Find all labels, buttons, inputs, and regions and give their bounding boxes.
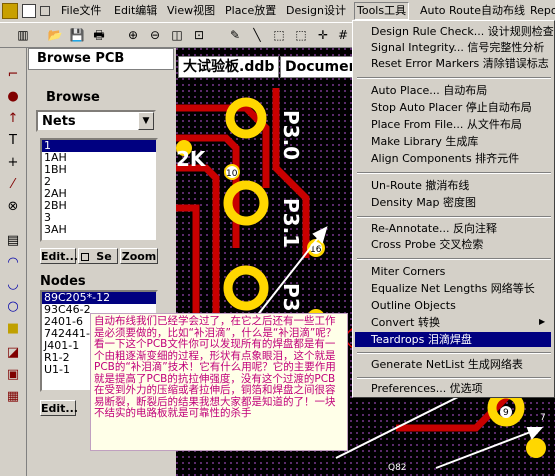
menu-separator	[357, 77, 551, 79]
menu-item-outline-objects[interactable]: Outline Objects	[371, 298, 456, 313]
menu-item-cross-probe[interactable]: Cross Probe 交叉检索	[371, 237, 483, 252]
keepout-icon[interactable]: ◪	[4, 344, 22, 362]
menu-auto-route[interactable]: Auto Route自动布线	[418, 3, 527, 19]
menu-item-stop-auto-placer[interactable]: Stop Auto Placer 停止自动布局	[371, 100, 532, 115]
pad-number: 7	[540, 413, 546, 423]
menu-file[interactable]: File文件	[59, 3, 103, 19]
restore-icon[interactable]	[40, 6, 50, 16]
dimension-icon[interactable]: ⁄	[4, 176, 22, 194]
polygon-icon[interactable]: ■	[4, 320, 22, 338]
tools-menu: Design Rule Check... 设计规则检查 Signal Integ…	[352, 20, 555, 398]
chevron-down-icon[interactable]: ▼	[138, 112, 154, 130]
route-track-icon[interactable]: ⌐	[4, 66, 22, 84]
menu-item-make-library[interactable]: Make Library 生成库	[371, 134, 478, 149]
nets-list[interactable]: 1 1AH 1BH 2 2AH 2BH 3 3AH	[40, 138, 158, 242]
menu-item-preferences[interactable]: Preferences... 优选项	[371, 381, 483, 396]
grid-icon[interactable]: #	[334, 26, 352, 44]
edit-node-button[interactable]: Edit...	[40, 400, 78, 416]
menu-item-convert[interactable]: Convert 转换	[371, 315, 440, 330]
menu-item-auto-place[interactable]: Auto Place... 自动布局	[371, 83, 487, 98]
menu-edit[interactable]: Edit编辑	[112, 3, 159, 19]
menu-design[interactable]: Design设计	[284, 3, 348, 19]
menu-item-equalize-net-lengths[interactable]: Equalize Net Lengths 网络等长	[371, 281, 535, 296]
arc-center-icon[interactable]: ◠	[4, 254, 22, 272]
select-net-button[interactable]: Se	[78, 248, 118, 264]
arc-edge-icon[interactable]: ◡	[4, 276, 22, 294]
menu-item-re-annotate[interactable]: Re-Annotate... 反向注释	[371, 221, 497, 236]
edit-net-button[interactable]: Edit...	[40, 248, 78, 264]
menu-separator	[357, 172, 551, 174]
placement-toolstrip: ⌐ ● ↑ T + ⁄ ⊗ ▤ ◠ ◡ ○ ■ ◪ ▣ ▦	[0, 48, 27, 476]
select-net-label: Se	[96, 250, 112, 263]
menu-separator	[357, 216, 551, 218]
coordinate-icon[interactable]: +	[4, 154, 22, 172]
via-icon[interactable]: ↑	[4, 110, 22, 128]
browse-select[interactable]: Nets ▼	[36, 110, 156, 132]
menu-reports[interactable]: Repo	[528, 3, 555, 19]
save-icon[interactable]: 💾	[68, 26, 86, 44]
menu-item-design-rule-check[interactable]: Design Rule Check... 设计规则检查	[371, 24, 554, 39]
list-item[interactable]: 2BH	[42, 200, 156, 212]
menu-item-place-from-file[interactable]: Place From File... 从文件布局	[371, 117, 522, 132]
tab-ddb[interactable]: 大试验板.ddb	[178, 56, 280, 78]
select-checkbox-icon	[81, 253, 89, 261]
menu-tools[interactable]: Tools工具	[354, 2, 410, 20]
menu-item-un-route[interactable]: Un-Route 撤消布线	[371, 178, 469, 193]
list-item[interactable]: 1BH	[42, 164, 156, 176]
submenu-arrow-icon: ▶	[539, 317, 546, 326]
cross-probe-icon[interactable]: ✎	[226, 26, 244, 44]
select-area-icon[interactable]: ⬚	[270, 26, 288, 44]
zoom-out-icon[interactable]: ⊖	[146, 26, 164, 44]
browse-label: Browse	[46, 90, 100, 105]
menu-separator	[357, 377, 551, 379]
label-p31: P3.1	[279, 198, 303, 248]
nodes-label: Nodes	[40, 274, 86, 289]
pad-number: 10	[226, 169, 238, 179]
component-icon[interactable]: ⊗	[4, 198, 22, 216]
list-item[interactable]: 3AH	[42, 224, 156, 236]
zoom-area-icon[interactable]: ◫	[168, 26, 186, 44]
fill-icon[interactable]: ▤	[4, 232, 22, 250]
menu-item-reset-error-markers[interactable]: Reset Error Markers 清除错误标志	[371, 56, 549, 71]
menu-item-density-map[interactable]: Density Map 密度图	[371, 195, 476, 210]
annotation-note: 自动布线我们已经学会过了，在它之后还有一些工作是必须要做的，比如“补泪滴”，什么…	[90, 313, 348, 451]
doc-icon[interactable]	[22, 4, 36, 18]
label-p30: P3.0	[279, 110, 303, 160]
pad-number: 9	[503, 408, 509, 418]
deselect-icon[interactable]: ⬚	[292, 26, 310, 44]
browse-select-value: Nets	[42, 114, 76, 129]
zoom-net-button[interactable]: Zoom	[120, 248, 158, 264]
menu-view[interactable]: View视图	[165, 3, 217, 19]
zoom-fit-icon[interactable]: ⊡	[190, 26, 208, 44]
move-icon[interactable]: ✛	[314, 26, 332, 44]
menu-place[interactable]: Place放置	[223, 3, 278, 19]
app-icon[interactable]	[2, 3, 18, 19]
menu-item-teardrops[interactable]: Teardrops 泪滴焊盘	[355, 332, 551, 347]
menu-item-signal-integrity[interactable]: Signal Integrity... 信号完整性分析	[371, 40, 544, 55]
text-icon[interactable]: T	[4, 132, 22, 150]
menu-item-miter-corners[interactable]: Miter Corners	[371, 264, 445, 279]
panel-title[interactable]: Browse PCB	[28, 48, 174, 70]
menu-separator	[357, 352, 551, 354]
zoom-in-icon[interactable]: ⊕	[124, 26, 142, 44]
label-2k: 2K	[176, 147, 207, 171]
print-icon[interactable]: 🖶	[90, 26, 108, 44]
panel-toggle-icon[interactable]: ▥	[14, 26, 32, 44]
label-q: Q82	[388, 463, 407, 473]
menu-item-align-components[interactable]: Align Components 排齐元件	[371, 151, 519, 166]
menu-item-generate-netlist[interactable]: Generate NetList 生成网络表	[371, 357, 523, 372]
room-icon[interactable]: ▦	[4, 388, 22, 406]
split-plane-icon[interactable]: ▣	[4, 366, 22, 384]
circle-icon[interactable]: ○	[4, 298, 22, 316]
line-icon[interactable]: ╲	[248, 26, 266, 44]
pad-icon[interactable]: ●	[4, 88, 22, 106]
open-folder-icon[interactable]: 📂	[46, 26, 64, 44]
menu-separator	[357, 258, 551, 260]
